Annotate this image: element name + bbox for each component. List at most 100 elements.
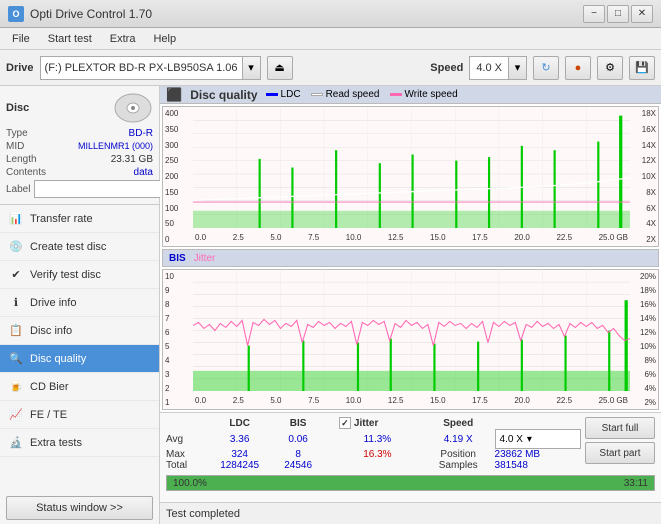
sidebar-item-label: Transfer rate xyxy=(30,213,93,225)
titlebar: O Opti Drive Control 1.70 − □ ✕ xyxy=(0,0,661,28)
disc-contents-row: Contents data xyxy=(6,167,153,178)
total-bis: 24546 xyxy=(273,460,323,471)
legend-ldc-label: LDC xyxy=(281,89,301,100)
disc-label-label: Label xyxy=(6,184,30,195)
disc-label-row: Label ... xyxy=(6,180,153,198)
sidebar-item-label: Extra tests xyxy=(30,437,82,449)
avg-ldc: 3.36 xyxy=(206,429,273,449)
bottom-chart-panel: 10 9 8 7 6 5 4 3 2 1 20% 18% 16% 14% xyxy=(162,269,659,410)
speed-label: Speed xyxy=(430,62,463,74)
sidebar-item-disc-quality[interactable]: 🔍 Disc quality xyxy=(0,345,159,373)
settings-button[interactable]: ⚙ xyxy=(597,56,623,80)
top-y-right: 18X 16X 14X 12X 10X 8X 6X 4X 2X xyxy=(630,107,658,246)
disc-contents-label: Contents xyxy=(6,167,46,178)
quality-icon: ⬛ xyxy=(166,87,182,103)
speed-dropdown-arrow[interactable]: ▾ xyxy=(508,57,526,79)
close-button[interactable]: ✕ xyxy=(631,5,653,23)
top-x-axis: 0.0 2.5 5.0 7.5 10.0 12.5 15.0 17.5 20.0… xyxy=(193,228,630,246)
speed-selector[interactable]: 4.0 X ▾ xyxy=(469,56,527,80)
legend-read-speed-label: Read speed xyxy=(326,89,380,100)
write-speed-color xyxy=(390,93,402,96)
sidebar-item-create-test-disc[interactable]: 💿 Create test disc xyxy=(0,233,159,261)
minimize-button[interactable]: − xyxy=(583,5,605,23)
menu-help[interactable]: Help xyxy=(145,31,184,47)
disc-length-value: 23.31 GB xyxy=(111,154,153,165)
disc-quality-icon: 🔍 xyxy=(8,351,24,367)
bis-header: BIS xyxy=(273,417,323,429)
read-speed-color xyxy=(311,93,323,96)
start-full-button[interactable]: Start full xyxy=(585,417,655,439)
speed-select-value: 4.0 X xyxy=(500,434,523,445)
sidebar-item-disc-info[interactable]: 📋 Disc info xyxy=(0,317,159,345)
disc-mid-value: MILLENMR1 (000) xyxy=(78,141,153,152)
samples-value: 381548 xyxy=(495,460,581,471)
jitter-checkbox[interactable]: ✓ xyxy=(339,417,351,429)
sidebar-item-label: CD Bier xyxy=(30,381,69,393)
drive-dropdown-arrow[interactable]: ▾ xyxy=(242,57,260,79)
sidebar-item-fe-te[interactable]: 📈 FE / TE xyxy=(0,401,159,429)
drive-value: (F:) PLEXTOR BD-R PX-LB950SA 1.06 xyxy=(41,62,242,74)
stats-table: LDC BIS ✓ Jitter Speed xyxy=(166,417,581,471)
top-y-left: 400 350 300 250 200 150 100 50 0 xyxy=(163,107,193,246)
bottom-chart-svg-area xyxy=(193,270,630,391)
disc-length-label: Length xyxy=(6,154,37,165)
burn-button[interactable]: ● xyxy=(565,56,591,80)
stats-panel: LDC BIS ✓ Jitter Speed xyxy=(160,412,661,502)
disc-mid-row: MID MILLENMR1 (000) xyxy=(6,141,153,152)
save-button[interactable]: 💾 xyxy=(629,56,655,80)
disc-section: Disc Type BD-R MID MILLENMR1 (000) Leng xyxy=(0,86,159,205)
sidebar-item-transfer-rate[interactable]: 📊 Transfer rate xyxy=(0,205,159,233)
disc-type-row: Type BD-R xyxy=(6,128,153,139)
bottom-y-right: 20% 18% 16% 14% 12% 10% 8% 6% 4% 2% xyxy=(630,270,658,409)
status-window-button[interactable]: Status window >> xyxy=(6,496,153,520)
action-buttons: Start full Start part xyxy=(585,417,655,464)
left-panel: Disc Type BD-R MID MILLENMR1 (000) Leng xyxy=(0,86,160,524)
maximize-button[interactable]: □ xyxy=(607,5,629,23)
stats-row: LDC BIS ✓ Jitter Speed xyxy=(166,417,655,471)
speed-header: Speed xyxy=(422,417,495,429)
menu-extra[interactable]: Extra xyxy=(102,31,144,47)
ldc-color xyxy=(266,93,278,96)
avg-speed: 4.19 X xyxy=(422,429,495,449)
legend: LDC Read speed Write speed xyxy=(266,89,458,100)
avg-row: Avg 3.36 0.06 11.3% 4.19 X 4.0 X ▾ xyxy=(166,429,581,449)
create-test-disc-icon: 💿 xyxy=(8,239,24,255)
disc-type-label: Type xyxy=(6,128,28,139)
max-jitter: 16.3% xyxy=(333,449,422,460)
avg-label: Avg xyxy=(166,429,206,449)
start-part-button[interactable]: Start part xyxy=(585,442,655,464)
drive-selector[interactable]: (F:) PLEXTOR BD-R PX-LB950SA 1.06 ▾ xyxy=(40,56,261,80)
total-ldc: 1284245 xyxy=(206,460,273,471)
sidebar-item-verify-test-disc[interactable]: ✔ Verify test disc xyxy=(0,261,159,289)
sidebar-item-label: FE / TE xyxy=(30,409,67,421)
chart-title-bar: ⬛ Disc quality LDC Read speed Write spee… xyxy=(160,86,661,104)
sidebar-item-cd-bier[interactable]: 🍺 CD Bier xyxy=(0,373,159,401)
sidebar-item-drive-info[interactable]: ℹ Drive info xyxy=(0,289,159,317)
titlebar-left: O Opti Drive Control 1.70 xyxy=(8,6,152,22)
speed-select-arrow: ▾ xyxy=(527,434,532,445)
top-chart-svg xyxy=(193,107,630,228)
charts-area: 400 350 300 250 200 150 100 50 0 18X 16X… xyxy=(160,104,661,412)
eject-button[interactable]: ⏏ xyxy=(267,56,293,80)
ldc-header: LDC xyxy=(206,417,273,429)
sidebar-item-label: Create test disc xyxy=(30,241,106,253)
legend-write-speed: Write speed xyxy=(390,89,458,100)
top-chart-panel: 400 350 300 250 200 150 100 50 0 18X 16X… xyxy=(162,106,659,247)
bottom-x-axis: 0.0 2.5 5.0 7.5 10.0 12.5 15.0 17.5 20.0… xyxy=(193,391,630,409)
toolbar: Drive (F:) PLEXTOR BD-R PX-LB950SA 1.06 … xyxy=(0,50,661,86)
total-row: Total 1284245 24546 Samples 381548 xyxy=(166,460,581,471)
legend-ldc: LDC xyxy=(266,89,301,100)
disc-type-value: BD-R xyxy=(129,128,153,139)
speed-select-display[interactable]: 4.0 X ▾ xyxy=(495,429,581,449)
titlebar-title: Opti Drive Control 1.70 xyxy=(30,7,152,21)
refresh-button[interactable]: ↻ xyxy=(533,56,559,80)
max-ldc: 324 xyxy=(206,449,273,460)
menu-start-test[interactable]: Start test xyxy=(40,31,100,47)
menu-file[interactable]: File xyxy=(4,31,38,47)
disc-label-input[interactable] xyxy=(34,180,172,198)
total-label: Total xyxy=(166,460,206,471)
right-panel: ⬛ Disc quality LDC Read speed Write spee… xyxy=(160,86,661,524)
disc-header: Disc xyxy=(6,92,153,124)
disc-contents-value: data xyxy=(134,167,153,178)
sidebar-item-extra-tests[interactable]: 🔬 Extra tests xyxy=(0,429,159,457)
